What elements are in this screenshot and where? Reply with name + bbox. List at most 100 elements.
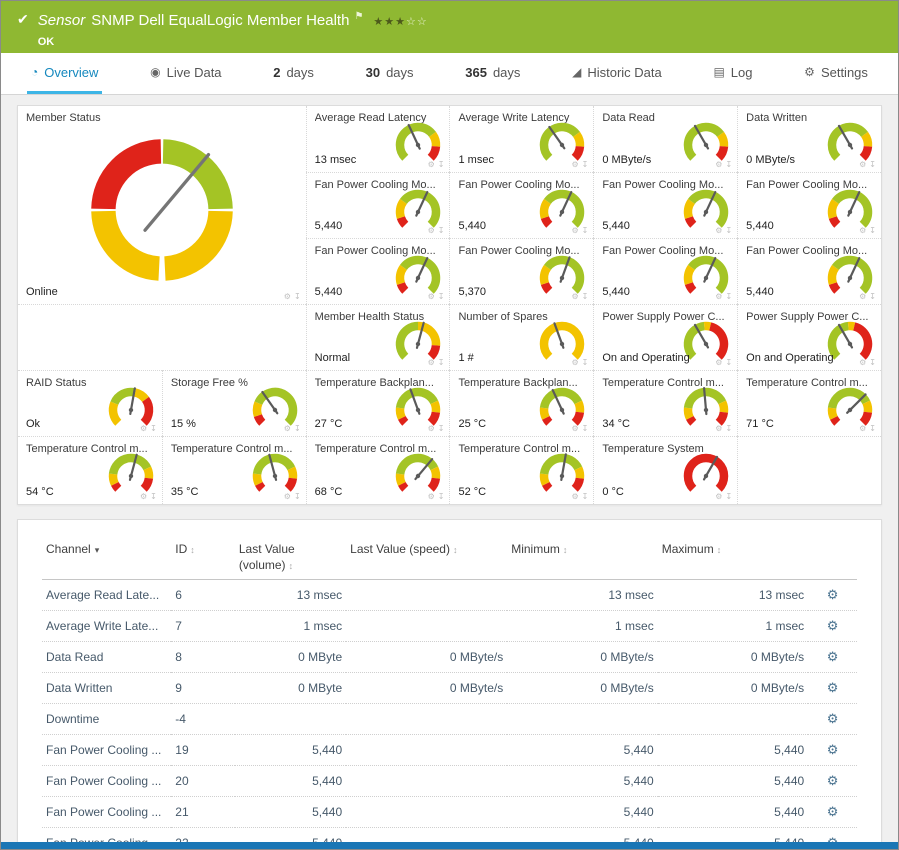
- priority-stars[interactable]: ★★★☆☆: [373, 16, 427, 28]
- gear-icon[interactable]: ⚙: [284, 424, 291, 433]
- pin-icon[interactable]: ↧: [582, 492, 589, 501]
- pin-icon[interactable]: ↧: [725, 226, 732, 235]
- gauge-tile[interactable]: Temperature Control m...71 °C⚙↧: [737, 370, 881, 436]
- pin-icon[interactable]: ↧: [725, 160, 732, 169]
- pin-icon[interactable]: ↧: [294, 292, 301, 301]
- gear-icon[interactable]: ⚙: [859, 226, 866, 235]
- member-status-tile[interactable]: Member Status Online ⚙↧: [18, 106, 306, 304]
- gear-icon[interactable]: ⚙: [428, 358, 435, 367]
- gear-icon[interactable]: ⚙: [715, 292, 722, 301]
- pin-icon[interactable]: ↧: [438, 492, 445, 501]
- gauge-tile[interactable]: Average Write Latency1 msec⚙↧: [449, 106, 593, 172]
- gear-icon[interactable]: ⚙: [715, 424, 722, 433]
- channel-settings-icon[interactable]: ⚙: [827, 742, 839, 757]
- gear-icon[interactable]: ⚙: [428, 160, 435, 169]
- gauge-tile[interactable]: Data Written0 MByte/s⚙↧: [737, 106, 881, 172]
- gauge-tile[interactable]: Temperature Backplan...27 °C⚙↧: [306, 370, 450, 436]
- gauge-tile[interactable]: Fan Power Cooling Mo...5,440⚙↧: [737, 238, 881, 304]
- gear-icon[interactable]: ⚙: [428, 492, 435, 501]
- gauge-tile[interactable]: Fan Power Cooling Mo...5,440⚙↧: [306, 172, 450, 238]
- channel-settings-icon[interactable]: ⚙: [827, 711, 839, 726]
- pin-icon[interactable]: ↧: [869, 292, 876, 301]
- gear-icon[interactable]: ⚙: [284, 492, 291, 501]
- gear-icon[interactable]: ⚙: [859, 358, 866, 367]
- tab-live-data[interactable]: ◉Live Data: [146, 53, 225, 94]
- pin-icon[interactable]: ↧: [438, 160, 445, 169]
- pin-icon[interactable]: ↧: [725, 358, 732, 367]
- pin-icon[interactable]: ↧: [438, 292, 445, 301]
- gear-icon[interactable]: ⚙: [571, 292, 578, 301]
- gauge-tile[interactable]: Temperature Control m...54 °C⚙↧: [18, 436, 162, 504]
- tab-historic-data[interactable]: ◢Historic Data: [568, 53, 666, 94]
- column-header-id[interactable]: ID↕: [171, 536, 235, 580]
- gauge-tile[interactable]: Fan Power Cooling Mo...5,440⚙↧: [737, 172, 881, 238]
- gauge-tile[interactable]: RAID StatusOk⚙↧: [18, 370, 162, 436]
- gear-icon[interactable]: ⚙: [428, 292, 435, 301]
- pin-icon[interactable]: ↧: [582, 424, 589, 433]
- gauge-tile[interactable]: Fan Power Cooling Mo...5,370⚙↧: [449, 238, 593, 304]
- gauge-tile[interactable]: Storage Free %15 %⚙↧: [162, 370, 306, 436]
- column-header-minimum[interactable]: Minimum↕: [507, 536, 657, 580]
- pin-icon[interactable]: ↧: [869, 424, 876, 433]
- gear-icon[interactable]: ⚙: [571, 492, 578, 501]
- pin-icon[interactable]: ↧: [869, 358, 876, 367]
- gauge-tile[interactable]: Fan Power Cooling Mo...5,440⚙↧: [449, 172, 593, 238]
- gear-icon[interactable]: ⚙: [859, 160, 866, 169]
- tab-settings[interactable]: ⚙Settings: [800, 53, 872, 94]
- gear-icon[interactable]: ⚙: [715, 492, 722, 501]
- pin-icon[interactable]: ↧: [294, 424, 301, 433]
- pin-icon[interactable]: ↧: [582, 358, 589, 367]
- pin-icon[interactable]: ↧: [725, 292, 732, 301]
- gear-icon[interactable]: ⚙: [140, 424, 147, 433]
- gauge-tile[interactable]: Power Supply Power C...On and Operating⚙…: [737, 304, 881, 370]
- gauge-tile[interactable]: Fan Power Cooling Mo...5,440⚙↧: [593, 172, 737, 238]
- gauge-tile[interactable]: Temperature System0 °C⚙↧: [593, 436, 737, 504]
- gear-icon[interactable]: ⚙: [428, 424, 435, 433]
- gear-icon[interactable]: ⚙: [715, 160, 722, 169]
- pin-icon[interactable]: ↧: [438, 358, 445, 367]
- pin-icon[interactable]: ↧: [582, 160, 589, 169]
- gear-icon[interactable]: ⚙: [571, 160, 578, 169]
- tab-30-days[interactable]: 30days: [362, 53, 418, 94]
- gauge-tile[interactable]: Temperature Control m...68 °C⚙↧: [306, 436, 450, 504]
- pin-icon[interactable]: ↧: [582, 292, 589, 301]
- column-header-channel[interactable]: Channel▾: [42, 536, 171, 580]
- gear-icon[interactable]: ⚙: [571, 226, 578, 235]
- gear-icon[interactable]: ⚙: [571, 424, 578, 433]
- pin-icon[interactable]: ↧: [582, 226, 589, 235]
- column-header-last-value-volume[interactable]: Last Value (volume)↕: [235, 536, 346, 580]
- pin-icon[interactable]: ↧: [150, 424, 157, 433]
- gear-icon[interactable]: ⚙: [571, 358, 578, 367]
- gear-icon[interactable]: ⚙: [715, 358, 722, 367]
- gauge-tile[interactable]: Temperature Backplan...25 °C⚙↧: [449, 370, 593, 436]
- gear-icon[interactable]: ⚙: [859, 292, 866, 301]
- gauge-tile[interactable]: Power Supply Power C...On and Operating⚙…: [593, 304, 737, 370]
- pin-icon[interactable]: ↧: [438, 424, 445, 433]
- channel-settings-icon[interactable]: ⚙: [827, 804, 839, 819]
- gauge-tile[interactable]: Member Health StatusNormal⚙↧: [306, 304, 450, 370]
- gauge-tile[interactable]: Fan Power Cooling Mo...5,440⚙↧: [593, 238, 737, 304]
- channel-settings-icon[interactable]: ⚙: [827, 618, 839, 633]
- tab-2-days[interactable]: 2days: [269, 53, 318, 94]
- tab-log[interactable]: ▤Log: [709, 53, 756, 94]
- gear-icon[interactable]: ⚙: [715, 226, 722, 235]
- pin-icon[interactable]: ↧: [725, 424, 732, 433]
- gauge-tile[interactable]: Temperature Control m...34 °C⚙↧: [593, 370, 737, 436]
- channel-settings-icon[interactable]: ⚙: [827, 587, 839, 602]
- column-header-maximum[interactable]: Maximum↕: [658, 536, 808, 580]
- column-header-last-value-speed[interactable]: Last Value (speed)↕: [346, 536, 507, 580]
- pin-icon[interactable]: ↧: [438, 226, 445, 235]
- gear-icon[interactable]: ⚙: [428, 226, 435, 235]
- tab-365-days[interactable]: 365days: [461, 53, 524, 94]
- tab-overview[interactable]: ◔Overview: [27, 53, 102, 94]
- pin-icon[interactable]: ↧: [150, 492, 157, 501]
- pin-icon[interactable]: ↧: [725, 492, 732, 501]
- gear-icon[interactable]: ⚙: [140, 492, 147, 501]
- priority-flag-icon[interactable]: ⚑: [354, 11, 363, 22]
- gauge-tile[interactable]: Average Read Latency13 msec⚙↧: [306, 106, 450, 172]
- gauge-tile[interactable]: Number of Spares1 #⚙↧: [449, 304, 593, 370]
- channel-settings-icon[interactable]: ⚙: [827, 680, 839, 695]
- gauge-tile[interactable]: Temperature Control m...52 °C⚙↧: [449, 436, 593, 504]
- pin-icon[interactable]: ↧: [869, 226, 876, 235]
- gauge-tile[interactable]: Fan Power Cooling Mo...5,440⚙↧: [306, 238, 450, 304]
